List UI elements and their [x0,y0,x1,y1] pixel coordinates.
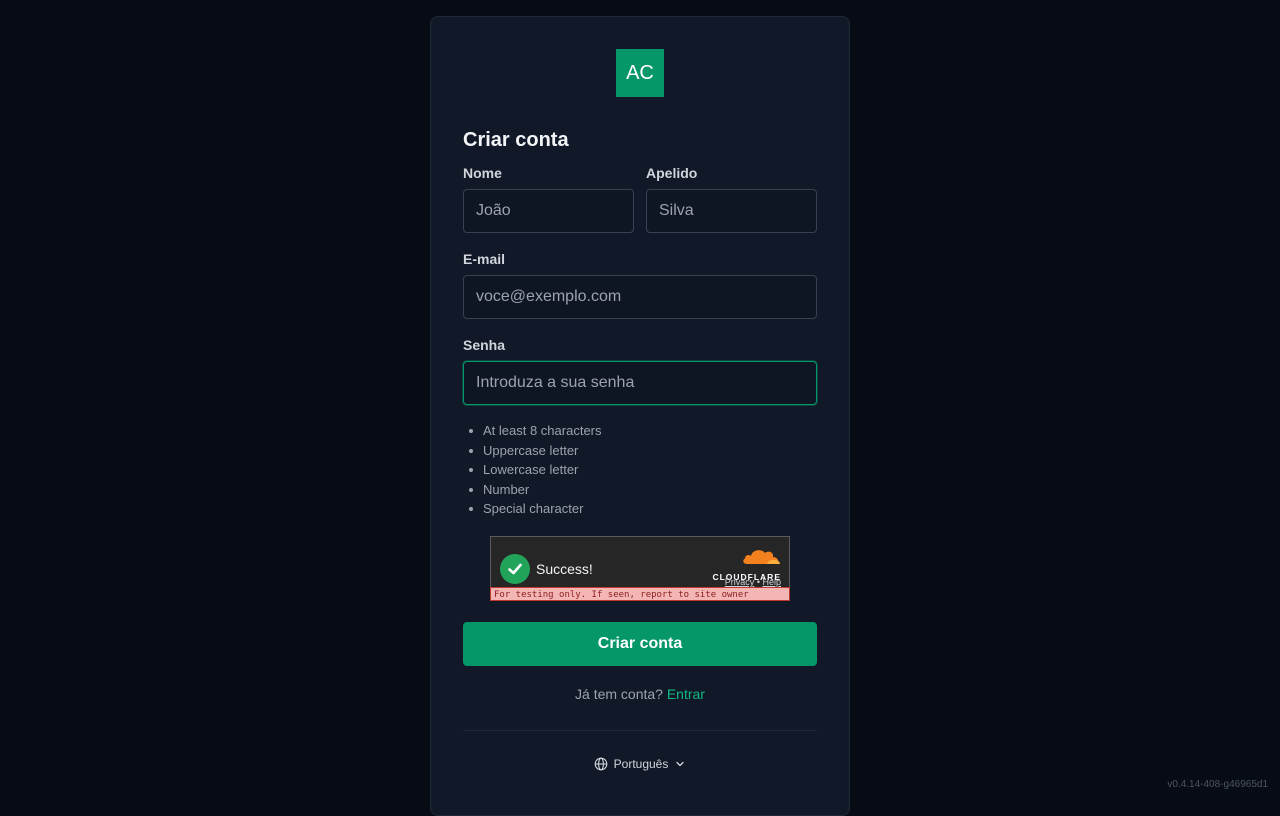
privacy-link[interactable]: Privacy [725,577,755,587]
help-link[interactable]: Help [762,577,781,587]
divider [463,730,817,731]
create-account-label: Criar conta [598,635,682,653]
link-separator: • [757,577,760,587]
captcha-test-warning: For testing only. If seen, report to sit… [490,587,790,601]
captcha-links: Privacy • Help [725,577,781,587]
globe-icon [594,757,608,771]
requirement-item: Special character [463,499,602,519]
signin-prompt: Já tem conta? Entrar [463,686,817,702]
requirement-item: At least 8 characters [463,421,602,441]
cloud-icon [741,547,781,565]
create-account-button[interactable]: Criar conta [463,622,817,666]
first-name-placeholder: João [476,202,511,220]
last-name-input[interactable]: Silva [646,189,817,233]
first-name-input[interactable]: João [463,189,634,233]
password-label: Senha [463,337,505,353]
app-logo: AC [616,49,664,97]
requirement-item: Lowercase letter [463,460,602,480]
check-icon [500,554,530,584]
chevron-down-icon [674,758,686,770]
signup-card: AC Criar conta Nome João Apelido Silva E… [430,16,850,816]
captcha-status: Success! [536,561,593,577]
requirement-item: Number [463,480,602,500]
password-requirements: At least 8 characters Uppercase letter L… [463,421,602,519]
password-input[interactable]: Introduza a sua senha [463,361,817,405]
first-name-label: Nome [463,165,502,181]
email-label: E-mail [463,251,505,267]
signin-link[interactable]: Entrar [667,686,705,702]
language-selector[interactable]: Português [463,757,817,771]
email-placeholder: voce@exemplo.com [476,288,621,306]
captcha-widget[interactable]: Success! CLOUDFLARE Privacy • Help For t… [490,536,790,601]
requirement-item: Uppercase letter [463,441,602,461]
page-title: Criar conta [463,129,569,152]
language-label: Português [614,757,669,771]
last-name-label: Apelido [646,165,697,181]
version-label: v0.4.14-408-g46965d1 [1167,779,1268,790]
email-input[interactable]: voce@exemplo.com [463,275,817,319]
password-placeholder: Introduza a sua senha [476,374,634,392]
last-name-placeholder: Silva [659,202,694,220]
logo-text: AC [626,62,654,85]
signin-prompt-text: Já tem conta? [575,686,663,702]
